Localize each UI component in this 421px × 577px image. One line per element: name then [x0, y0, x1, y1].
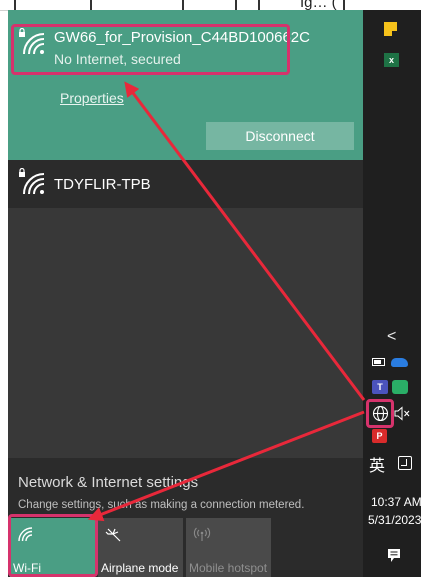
- mobile-hotspot-tile[interactable]: Mobile hotspot: [186, 518, 271, 577]
- mobile-hotspot-label: Mobile hotspot: [189, 561, 268, 575]
- clock-date[interactable]: 5/31/2023: [368, 513, 421, 527]
- network-list-empty-area: [8, 208, 363, 458]
- annotation-box-network-icon: [366, 399, 394, 428]
- window-edge-marker: [235, 0, 237, 10]
- window-edge-marker: [14, 0, 16, 10]
- battery-icon[interactable]: [372, 358, 385, 366]
- sticky-notes-icon[interactable]: [384, 22, 397, 36]
- wifi-secured-icon: [19, 168, 45, 195]
- network-list-item[interactable]: TDYFLIR-TPB: [8, 162, 363, 208]
- show-hidden-icons-chevron[interactable]: <: [387, 328, 396, 346]
- hotspot-icon: [193, 527, 211, 541]
- onedrive-icon[interactable]: [391, 358, 408, 367]
- airplane-icon: [105, 528, 121, 542]
- action-center-icon[interactable]: [387, 548, 401, 563]
- volume-muted-icon[interactable]: [394, 406, 411, 421]
- excel-icon[interactable]: x: [384, 53, 399, 67]
- clock-time[interactable]: 10:37 AM: [371, 495, 421, 509]
- ime-mode-icon[interactable]: [398, 456, 412, 470]
- window-edge-marker: [343, 0, 345, 10]
- taskbar: x < T P 英 10:37 AM 5/31/2023: [363, 10, 421, 577]
- window-edge-marker: [182, 0, 184, 10]
- annotation-box-wifi-tile: [8, 514, 98, 577]
- app-tray-icon[interactable]: P: [372, 429, 387, 443]
- airplane-mode-label: Airplane mode: [101, 561, 179, 575]
- window-edge-marker: [258, 0, 260, 10]
- network-name: TDYFLIR-TPB: [54, 176, 151, 193]
- network-settings-description: Change settings, such as making a connec…: [18, 499, 305, 511]
- teams-icon[interactable]: T: [372, 380, 388, 394]
- network-settings-link[interactable]: Network & Internet settings: [18, 474, 198, 491]
- wechat-icon[interactable]: [392, 380, 408, 394]
- ime-language-indicator[interactable]: 英: [369, 452, 385, 476]
- airplane-mode-tile[interactable]: Airplane mode: [98, 518, 183, 577]
- annotation-box-connected-network: [11, 24, 290, 75]
- window-edge-marker: [90, 0, 92, 10]
- disconnect-button[interactable]: Disconnect: [206, 122, 354, 150]
- properties-link[interactable]: Properties: [60, 90, 124, 106]
- wifi-flyout: GW66_for_Provision_C44BD100662C No Inter…: [8, 10, 363, 577]
